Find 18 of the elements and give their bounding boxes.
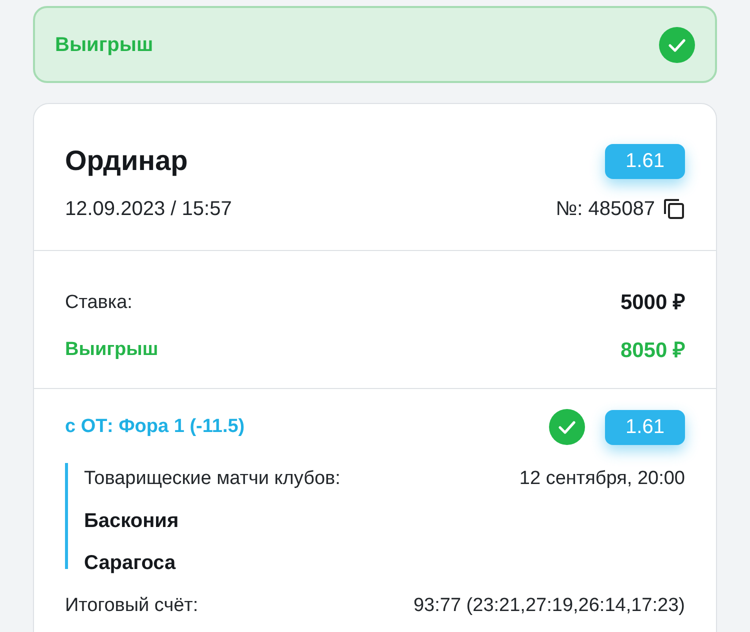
summary-value: 8050 ₽ [620, 338, 685, 364]
summary-value: 5000 ₽ [620, 290, 685, 316]
summary-label: Ставка: [65, 290, 132, 314]
team-name: Сарагоса [84, 550, 177, 576]
bet-type: Ординар [65, 144, 188, 178]
odds-badge: 1.61 [605, 410, 685, 444]
event-date: 12 сентября, 20:00 [519, 467, 685, 491]
bet-number: №: 485087 [556, 197, 655, 222]
tournament-name: Товарищеские матчи клубов: [84, 467, 340, 491]
copy-icon[interactable] [663, 198, 685, 220]
market-label: с ОТ: Фора 1 (-11.5) [65, 414, 245, 439]
final-score: 93:77 (23:21,27:19,26:14,17:23) [413, 594, 685, 618]
summary-label: Выигрыш [65, 338, 158, 362]
team-name: Баскония [84, 508, 180, 534]
bet-datetime: 12.09.2023 / 15:57 [65, 197, 232, 222]
score-label: Итоговый счёт: [65, 594, 198, 618]
odds-badge: 1.61 [605, 144, 685, 178]
status-label: Выигрыш [55, 32, 154, 58]
